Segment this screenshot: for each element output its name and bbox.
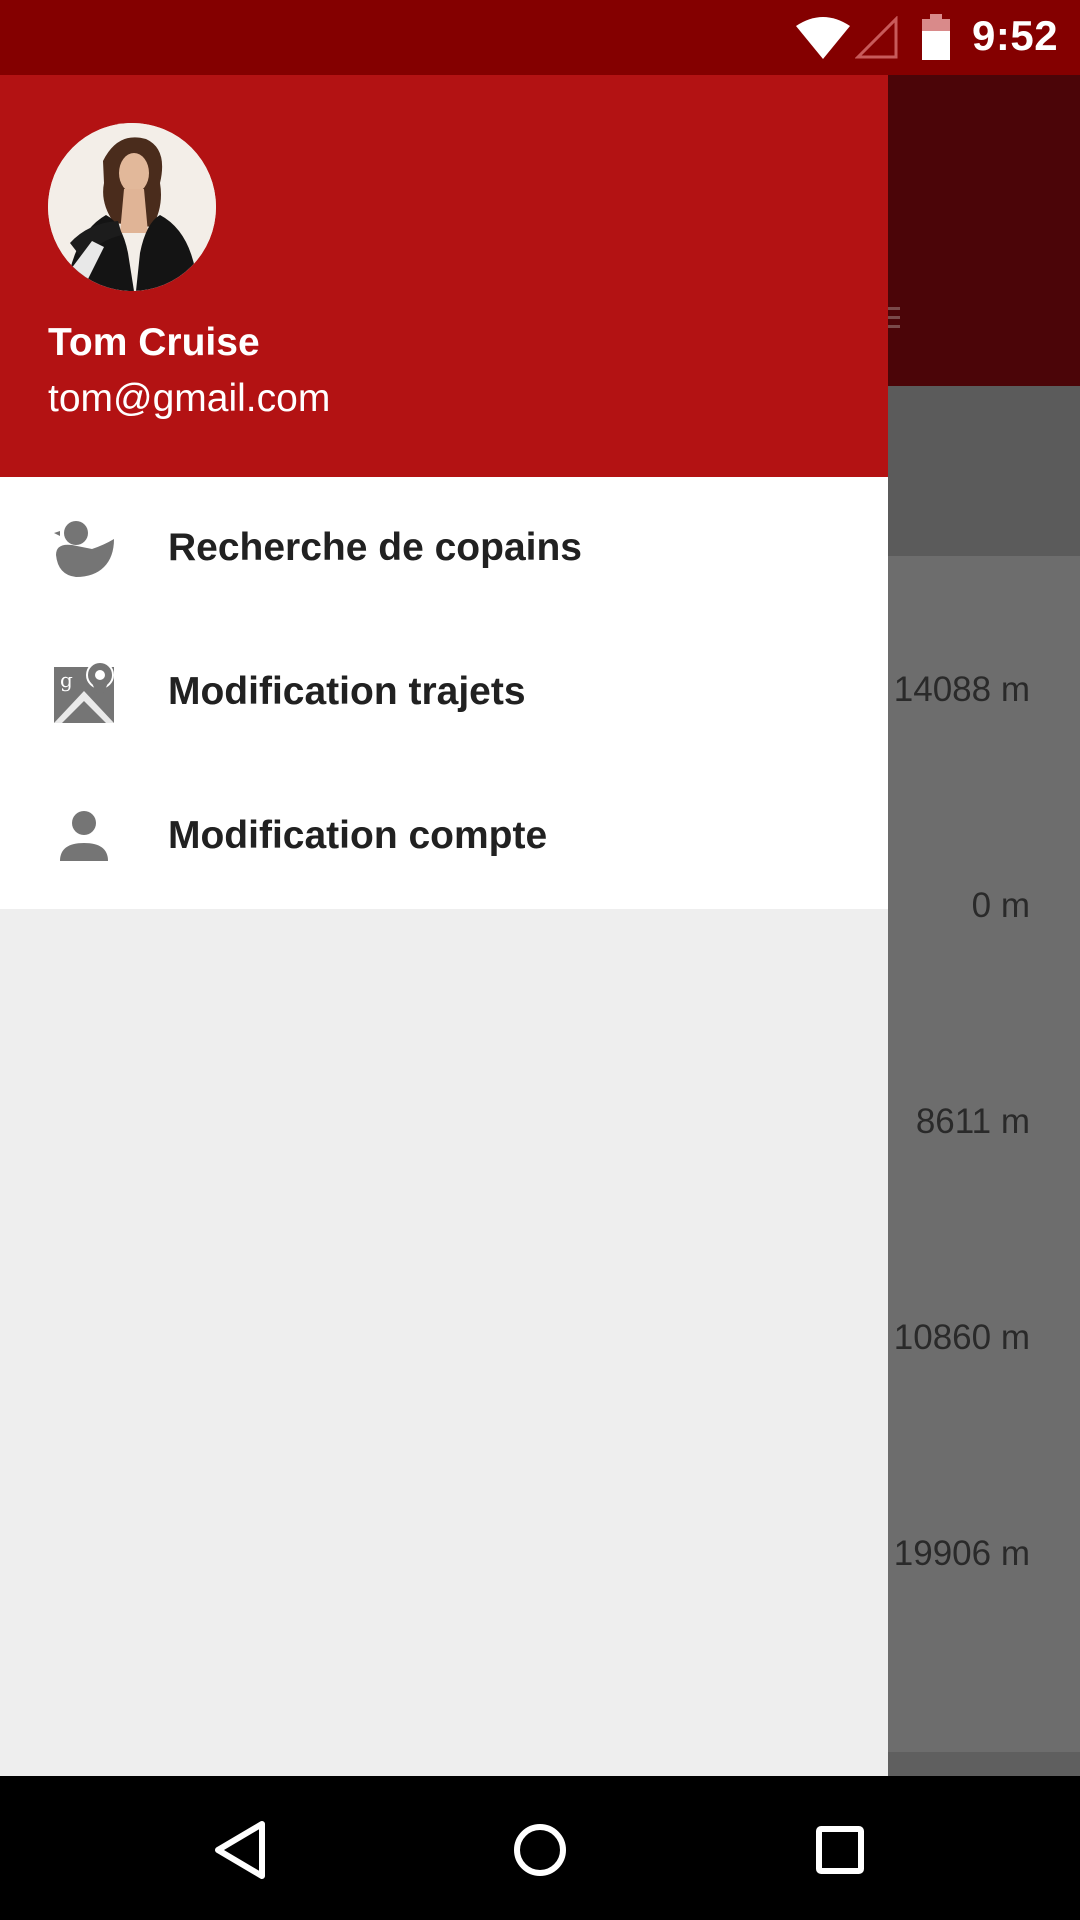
menu-item-recherche-copains[interactable]: Recherche de copains [0,477,888,621]
distance-value: 19906 m [893,1534,1030,1573]
duck-icon [54,521,114,577]
drawer-menu: Recherche de copains g Modification traj… [0,477,888,909]
wifi-icon [796,17,850,59]
recents-icon[interactable] [790,1800,890,1900]
menu-item-label: Modification trajets [168,670,526,713]
distance-value: 14088 m [893,670,1030,709]
distance-value: 0 m [971,886,1030,925]
distance-value: 8611 m [915,1102,1030,1141]
status-clock: 9:52 [972,12,1059,59]
avatar[interactable] [48,123,216,291]
status-bar: 9:52 [0,0,1080,75]
system-nav-bar [0,1776,1080,1920]
menu-item-modification-trajets[interactable]: g Modification trajets [0,621,888,765]
user-name: Tom Cruise [48,321,260,364]
profile-photo [48,123,216,291]
home-icon[interactable] [490,1800,590,1900]
svg-text:g: g [60,668,73,692]
back-icon[interactable] [190,1800,290,1900]
google-maps-icon: g [54,661,114,723]
menu-item-label: Modification compte [168,814,548,857]
person-icon [60,811,108,861]
navigation-drawer: Tom Cruise tom@gmail.com Recherche de co… [0,75,888,1776]
menu-item-label: Recherche de copains [168,526,582,569]
cell-signal-icon [855,16,898,59]
battery-icon [922,14,950,60]
menu-item-modification-compte[interactable]: Modification compte [0,765,888,909]
drawer-header: Tom Cruise tom@gmail.com [0,75,888,477]
user-email: tom@gmail.com [48,377,331,420]
distance-value: 10860 m [893,1318,1030,1357]
